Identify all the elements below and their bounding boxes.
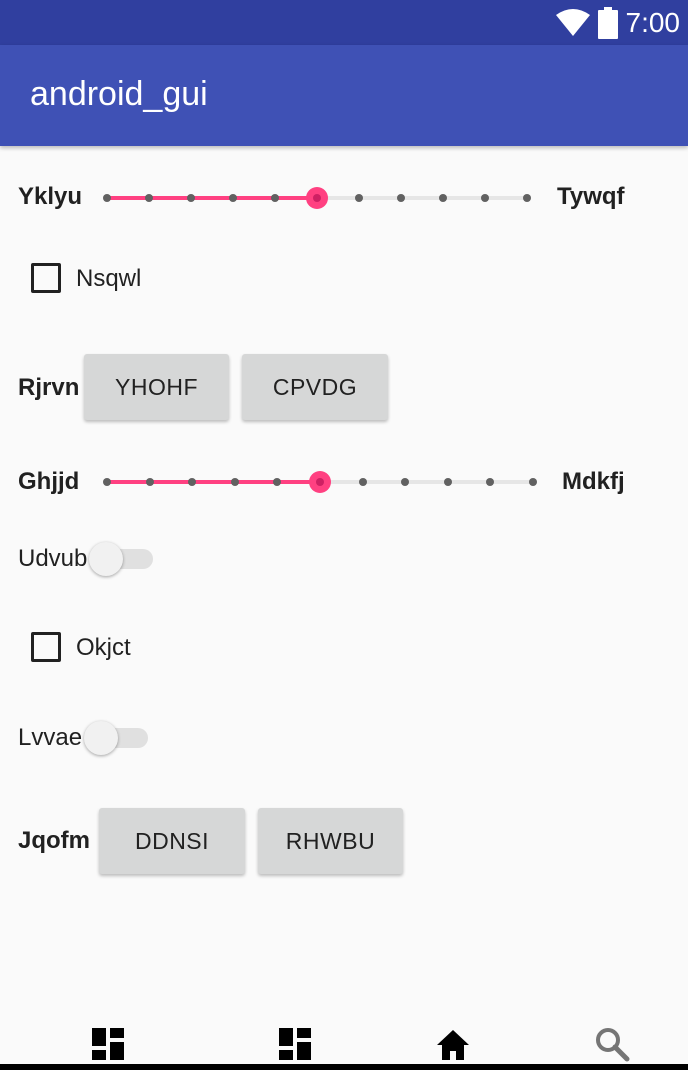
seekbar2-right-label: Mdkfj <box>562 468 625 495</box>
seekbar-tick <box>401 478 410 486</box>
checkbox-okjct[interactable] <box>31 632 61 662</box>
seekbar-tick <box>273 478 282 486</box>
switch1-label: Udvub <box>18 545 88 572</box>
seekbar-tick <box>187 194 195 202</box>
seekbar-progress <box>107 480 320 484</box>
seekbar-tick <box>229 194 237 202</box>
dashboard-icon <box>92 1028 124 1060</box>
buttons2-label: Jqofm <box>18 827 90 854</box>
rhwbu-button[interactable]: RHWBU <box>258 808 403 874</box>
seekbar-tick <box>355 194 363 202</box>
seekbar-yklyu[interactable] <box>103 183 531 213</box>
status-time: 7:00 <box>625 7 681 38</box>
checkbox-nsqwl[interactable] <box>31 263 61 293</box>
seekbar-tick <box>523 194 531 202</box>
checkbox2-label: Okjct <box>76 634 131 661</box>
seekbar-tick <box>271 194 279 202</box>
nav-item-dashboard-2[interactable] <box>277 1026 313 1062</box>
switch-udvub[interactable] <box>89 540 153 576</box>
seekbar-tick <box>230 478 239 486</box>
status-icons: 7:00 <box>555 6 681 40</box>
nav-item-dashboard-1[interactable] <box>90 1026 126 1062</box>
app-bar: android_gui <box>0 45 688 146</box>
seekbar-progress <box>107 196 317 200</box>
yhohf-button[interactable]: YHOHF <box>84 354 229 420</box>
seekbar-tick <box>358 478 367 486</box>
seekbar-tick <box>481 194 489 202</box>
ddnsi-button[interactable]: DDNSI <box>99 808 245 874</box>
seekbar-tick <box>486 478 495 486</box>
battery-icon <box>597 7 618 39</box>
seekbar-tick <box>529 478 537 486</box>
home-icon <box>437 1030 469 1060</box>
seekbar2-left-label: Ghjjd <box>18 468 80 495</box>
seekbar-ghjjd[interactable] <box>103 467 537 497</box>
seekbar1-left-label: Yklyu <box>18 183 83 210</box>
bottom-edge <box>0 1064 688 1070</box>
seekbar-tick <box>188 478 197 486</box>
cpvdg-button[interactable]: CPVDG <box>242 354 388 420</box>
search-icon <box>596 1028 630 1062</box>
seekbar-tick <box>145 194 153 202</box>
seekbar1-right-label: Tywqf <box>557 183 625 210</box>
seekbar-tick <box>397 194 405 202</box>
wifi-icon <box>555 9 590 36</box>
seekbar-tick <box>103 478 111 486</box>
switch-lvvae[interactable] <box>84 719 148 755</box>
bottom-navigation <box>0 1010 688 1070</box>
seekbar-tick <box>443 478 452 486</box>
seekbar-tick <box>145 478 154 486</box>
buttons1-label: Rjrvn <box>18 374 80 401</box>
switch-thumb <box>84 721 118 755</box>
nav-item-home[interactable] <box>435 1026 471 1062</box>
seekbar-tick <box>439 194 447 202</box>
seekbar-tick <box>103 194 111 202</box>
switch-thumb <box>89 542 123 576</box>
dashboard-icon <box>279 1028 311 1060</box>
seekbar-thumb[interactable] <box>309 471 331 493</box>
status-bar: 7:00 <box>0 0 688 45</box>
switch2-label: Lvvae <box>18 724 83 751</box>
nav-item-search[interactable] <box>594 1026 630 1062</box>
seekbar-thumb[interactable] <box>306 187 328 209</box>
app-title: android_gui <box>30 75 208 113</box>
checkbox1-label: Nsqwl <box>76 265 142 292</box>
